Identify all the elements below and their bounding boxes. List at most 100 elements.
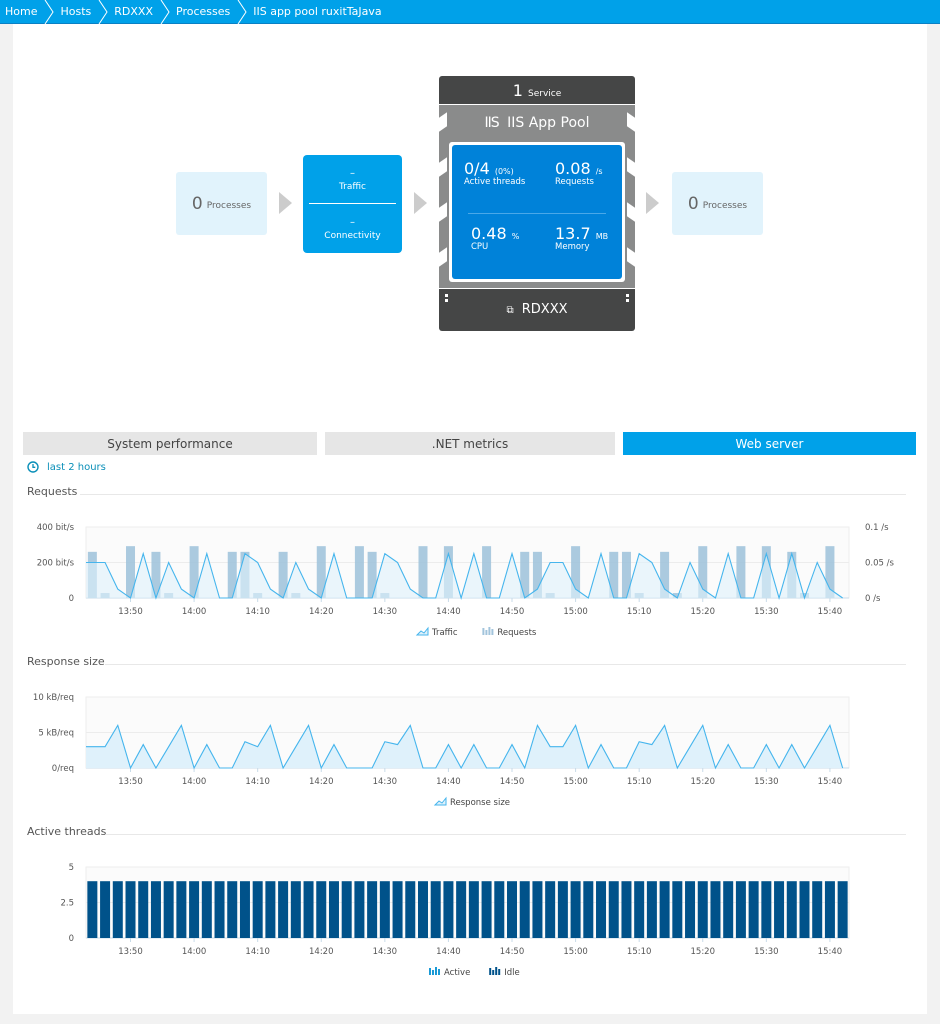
called-processes-box[interactable]: 0 Processes [672, 172, 763, 235]
x-tick-label: 15:30 [754, 777, 779, 787]
timeframe-selector[interactable]: last 2 hours [27, 461, 106, 473]
idle-threads-bar [583, 881, 594, 938]
decoration [627, 157, 635, 177]
services-count-header[interactable]: 1 Service [439, 76, 635, 104]
x-tick-label: 13:50 [118, 777, 143, 787]
requests-bar [418, 546, 428, 598]
metric-label: Active threads [464, 177, 526, 187]
breadcrumb-home[interactable]: Home [0, 0, 43, 24]
idle-threads-bar [100, 881, 111, 938]
idle-legend-icon [492, 970, 495, 975]
breadcrumb-label: Home [5, 5, 38, 18]
idle-threads-bar [163, 881, 174, 938]
decoration [439, 157, 447, 177]
requests-bar [354, 546, 364, 598]
idle-threads-bar [214, 881, 225, 938]
idle-threads-bar [405, 881, 416, 938]
requests-legend-icon [491, 629, 494, 635]
breadcrumb-host[interactable]: RDXXX [109, 0, 159, 24]
x-tick-label: 14:30 [373, 607, 398, 617]
breadcrumb-current: IIS app pool ruxitTaJava [248, 0, 387, 24]
y-tick-label: 10 kB/req [33, 693, 74, 703]
x-tick-label: 14:20 [309, 777, 334, 787]
decoration [439, 247, 447, 267]
idle-threads-bar [786, 881, 797, 938]
x-tick-label: 14:40 [436, 777, 461, 787]
x-tick-label: 14:30 [373, 947, 398, 957]
idle-threads-bar [430, 881, 441, 938]
idle-threads-bar [112, 881, 123, 938]
tab-net-metrics[interactable]: .NET metrics [325, 432, 615, 455]
services-box[interactable]: – Traffic – Connectivity [303, 155, 402, 253]
idle-threads-bar [634, 881, 645, 938]
metric-requests: 0.08 /s Requests [555, 159, 603, 187]
x-tick-label: 14:10 [245, 607, 270, 617]
idle-threads-bar [239, 881, 250, 938]
idle-threads-bar [367, 881, 378, 938]
idle-threads-bar [621, 881, 632, 938]
x-tick-label: 13:50 [118, 607, 143, 617]
requests-chart-title: Requests [27, 485, 78, 498]
x-tick-label: 13:50 [118, 947, 143, 957]
external-link-icon: ⧉ [506, 305, 514, 316]
idle-threads-bar [456, 881, 467, 938]
metric-value: 0.48 [471, 224, 507, 243]
y-tick-label: 5 kB/req [38, 729, 74, 739]
x-tick-label: 15:40 [818, 947, 843, 957]
y-tick-label: 2.5 [60, 899, 74, 909]
x-tick-label: 15:10 [627, 607, 652, 617]
process-group-body: IIS IIS App Pool 0/4 (0%) Active threads… [439, 105, 635, 288]
calling-processes-box[interactable]: 0 Processes [176, 172, 267, 235]
breadcrumb-label: Hosts [60, 5, 92, 18]
idle-threads-bar [672, 881, 683, 938]
idle-threads-bar [265, 881, 276, 938]
metric-label: Memory [555, 242, 590, 252]
active-threads-chart[interactable]: 5 2.5 0 13:50 14:00 14:10 14:20 14:30 14:40 14:50… [13, 854, 927, 984]
idle-threads-bar [608, 881, 619, 938]
y-tick-label: 5 [69, 863, 74, 873]
response-size-chart-title: Response size [27, 655, 105, 668]
divider [80, 494, 906, 495]
host-link[interactable]: ⧉ RDXXX [439, 289, 635, 331]
x-tick-label: 15:20 [691, 947, 716, 957]
metrics-panel[interactable]: 0/4 (0%) Active threads 0.08 /s Requests… [452, 145, 622, 279]
divider [105, 664, 906, 665]
divider [309, 203, 396, 204]
response-size-legend-icon [433, 796, 447, 806]
connectivity-label: Connectivity [324, 230, 381, 241]
idle-threads-bar [468, 881, 479, 938]
idle-threads-bar [125, 881, 136, 938]
flow-arrow-icon [414, 192, 427, 214]
x-tick-label: 14:10 [245, 947, 270, 957]
x-tick-label: 15:00 [563, 777, 588, 787]
x-tick-label: 14:00 [182, 607, 207, 617]
metric-value: 0.08 [555, 159, 591, 178]
breadcrumb-label: Processes [176, 5, 231, 18]
legend-label: Traffic [431, 628, 458, 638]
iis-icon: IIS [484, 115, 500, 131]
breadcrumb-label: IIS app pool ruxitTaJava [253, 5, 382, 18]
idle-threads-bar [735, 881, 746, 938]
process-group-name: IIS App Pool [507, 115, 590, 131]
x-tick-label: 14:00 [182, 777, 207, 787]
idle-threads-bar [379, 881, 390, 938]
idle-threads-bar [138, 881, 149, 938]
y-right-tick-label: 0.1 /s [865, 523, 889, 533]
scrollbar[interactable] [927, 24, 940, 1024]
idle-threads-bar [812, 881, 823, 938]
idle-threads-bar [252, 881, 263, 938]
breadcrumb-processes[interactable]: Processes [171, 0, 236, 24]
x-tick-label: 14:00 [182, 947, 207, 957]
x-tick-label: 14:20 [309, 607, 334, 617]
tab-web-server[interactable]: Web server [623, 432, 916, 455]
idle-threads-bar [710, 881, 721, 938]
idle-threads-bar [596, 881, 607, 938]
idle-threads-bar [507, 881, 518, 938]
breadcrumb-hosts[interactable]: Hosts [55, 0, 97, 24]
process-group-card: 1 Service IIS IIS App Pool 0/4 (0%) Acti… [439, 76, 635, 331]
requests-chart[interactable]: 400 bit/s 200 bit/s 0 13:50 14:00 14:10 14:20 1… [13, 514, 927, 644]
called-processes-count: 0 [687, 193, 699, 214]
response-size-chart[interactable]: 10 kB/req 5 kB/req 0/req 13:50 14:00 14:10 14:… [13, 684, 927, 814]
tab-system-performance[interactable]: System performance [23, 432, 317, 455]
x-tick-label: 14:50 [500, 947, 525, 957]
